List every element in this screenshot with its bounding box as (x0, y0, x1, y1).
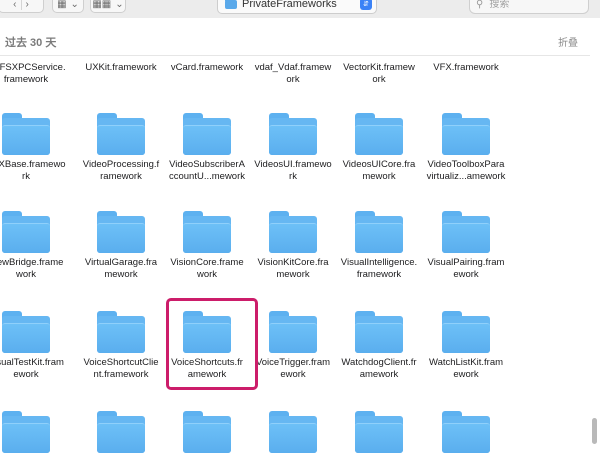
framework-folder-item[interactable]: VirtualGarage.fra mework (79, 211, 163, 281)
folder-name: VisualPairing.fram ework (427, 257, 505, 280)
file-grid: UVFSXPCService. framework UXKit.framework… (0, 0, 590, 457)
folder-name: VoiceTrigger.fram ework (255, 357, 331, 380)
collapse-button[interactable]: 折叠 (558, 34, 578, 49)
folder-name: VideosUICore.fra mework (342, 159, 416, 182)
framework-folder-item[interactable] (424, 411, 508, 457)
grid-icon: ▦ (57, 0, 67, 10)
folder-name: vdaf_Vdaf.framew ork (254, 62, 332, 85)
framework-folder-item[interactable]: UVFSXPCService. framework (0, 62, 68, 86)
framework-folder-item[interactable]: VisualPairing.fram ework (424, 211, 508, 281)
folder-icon (355, 311, 403, 353)
search-icon: ⚲ (476, 0, 484, 10)
back-forward-buttons[interactable]: ‹ › (0, 0, 44, 13)
framework-folder-item[interactable]: UXKit.framework (79, 62, 163, 74)
path-title: PrivateFrameworks (242, 0, 337, 10)
folder-icon (442, 411, 490, 453)
framework-folder-item[interactable]: VFX.framework (424, 62, 508, 74)
framework-folder-item[interactable] (0, 411, 68, 457)
folder-icon (183, 113, 231, 155)
folder-name: VisualIntelligence. framework (340, 257, 418, 280)
folder-icon (355, 411, 403, 453)
folder-name: VisionKitCore.fra mework (257, 257, 329, 280)
folder-name: UXKit.framework (85, 62, 157, 73)
framework-folder-item[interactable] (79, 411, 163, 457)
folder-name: VideoSubscriberA ccountU...mework (168, 159, 246, 182)
folder-icon (442, 113, 490, 155)
folder-icon (97, 411, 145, 453)
framework-folder-item[interactable] (165, 411, 249, 457)
folder-icon (97, 311, 145, 353)
framework-folder-item[interactable]: ViewBridge.frame work (0, 211, 68, 281)
selection-highlight (166, 298, 258, 390)
folder-icon (183, 211, 231, 253)
framework-folder-item[interactable]: VFXBase.framewo rk (0, 113, 68, 183)
folder-name: VideoProcessing.f ramework (82, 159, 160, 182)
folder-icon (97, 211, 145, 253)
folder-name: VisualTestKit.fram ework (0, 357, 64, 380)
folder-icon (269, 311, 317, 353)
framework-folder-item[interactable]: VisionCore.frame work (165, 211, 249, 281)
framework-folder-item[interactable]: VideoToolboxPara virtualiz...amework (424, 113, 508, 183)
folder-name: VectorKit.framew ork (343, 62, 415, 85)
folder-icon (269, 211, 317, 253)
back-icon[interactable]: ‹ (13, 0, 16, 10)
framework-folder-item[interactable] (251, 411, 335, 457)
chevron-up-down-icon[interactable]: ⇵ (360, 0, 372, 10)
chevron-down-icon: ⌄ (70, 0, 79, 10)
view-mode-button[interactable]: ▦ ⌄ (52, 0, 84, 13)
framework-folder-item[interactable]: VideoProcessing.f ramework (79, 113, 163, 183)
folder-icon (2, 411, 50, 453)
folder-icon (442, 311, 490, 353)
framework-folder-item[interactable]: vdaf_Vdaf.framew ork (251, 62, 335, 86)
grid-group-icon: ▦▦ (92, 0, 112, 10)
folder-icon (225, 0, 237, 9)
framework-folder-item[interactable] (337, 411, 421, 457)
folder-name: VFX.framework (433, 62, 499, 73)
framework-folder-item[interactable]: VoiceTrigger.fram ework (251, 311, 335, 381)
folder-name: VideosUI.framewo rk (254, 159, 332, 182)
framework-folder-item[interactable]: vCard.framework (165, 62, 249, 74)
search-field[interactable]: ⚲ (469, 0, 589, 14)
framework-folder-item[interactable]: WatchdogClient.fr amework (337, 311, 421, 381)
scrollbar[interactable] (592, 418, 597, 444)
folder-name: VFXBase.framewo rk (0, 159, 66, 182)
folder-name: ViewBridge.frame work (0, 257, 64, 280)
section-header: 过去 30 天 折叠 (0, 28, 590, 56)
framework-folder-item[interactable]: VoiceShortcutClie nt.framework (79, 311, 163, 381)
folder-icon (269, 113, 317, 155)
finder-toolbar: ‹ › ▦ ⌄ ▦▦ ⌄ PrivateFrameworks ⇵ ⚲ (0, 0, 600, 18)
folder-icon (2, 113, 50, 155)
framework-folder-item[interactable]: VisualTestKit.fram ework (0, 311, 68, 381)
search-input[interactable] (487, 0, 582, 11)
divider (20, 0, 22, 10)
section-title: 过去 30 天 (5, 36, 57, 49)
folder-name: VirtualGarage.fra mework (84, 257, 158, 280)
folder-name: VideoToolboxPara virtualiz...amework (426, 159, 506, 182)
folder-icon (269, 411, 317, 453)
path-popup[interactable]: PrivateFrameworks ⇵ (217, 0, 377, 14)
framework-folder-item[interactable]: VisionKitCore.fra mework (251, 211, 335, 281)
folder-name: WatchdogClient.fr amework (341, 357, 417, 380)
folder-icon (2, 211, 50, 253)
folder-name: UVFSXPCService. framework (0, 62, 66, 85)
folder-icon (183, 411, 231, 453)
folder-icon (355, 113, 403, 155)
framework-folder-item[interactable]: VideosUI.framewo rk (251, 113, 335, 183)
framework-folder-item[interactable]: VectorKit.framew ork (337, 62, 421, 86)
framework-folder-item[interactable]: WatchListKit.fram ework (424, 311, 508, 381)
folder-name: vCard.framework (170, 62, 244, 73)
forward-icon[interactable]: › (26, 0, 29, 10)
chevron-down-icon: ⌄ (115, 0, 124, 10)
group-view-button[interactable]: ▦▦ ⌄ (90, 0, 126, 13)
framework-folder-item[interactable]: VideoSubscriberA ccountU...mework (165, 113, 249, 183)
folder-icon (97, 113, 145, 155)
folder-icon (355, 211, 403, 253)
framework-folder-item[interactable]: VideosUICore.fra mework (337, 113, 421, 183)
folder-name: VisionCore.frame work (170, 257, 244, 280)
framework-folder-item[interactable]: VisualIntelligence. framework (337, 211, 421, 281)
folder-name: VoiceShortcutClie nt.framework (83, 357, 159, 380)
folder-name: WatchListKit.fram ework (428, 357, 504, 380)
folder-icon (442, 211, 490, 253)
folder-icon (2, 311, 50, 353)
